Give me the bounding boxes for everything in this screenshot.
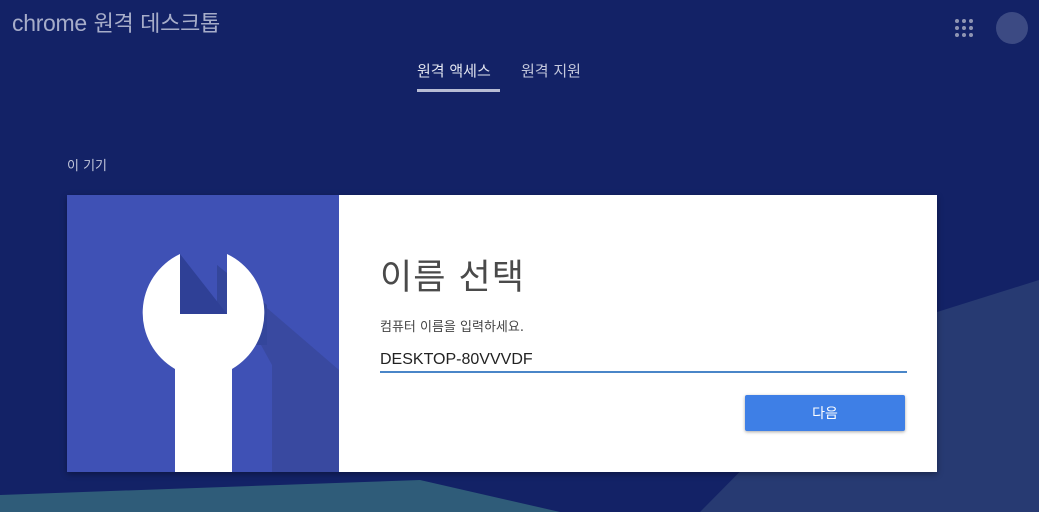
computer-name-input[interactable] [380,349,907,373]
selected-tab-indicator [417,89,500,92]
app-title-text: 원격 데스크톱 [93,12,221,37]
app-brand: chrome [12,10,87,36]
wrench-icon [142,254,339,472]
remote-desktop-page: chrome 원격 데스크톱 원격 액세스 원격 지원 이 기기 이름 선택 컴… [0,0,1039,512]
section-label-this-device: 이 기기 [67,159,108,174]
setup-card: 이름 선택 컴퓨터 이름을 입력하세요. 다음 [67,195,937,472]
tab-remote-support[interactable]: 원격 지원 [521,60,581,81]
account-avatar[interactable] [996,12,1028,44]
tab-remote-access[interactable]: 원격 액세스 [417,60,491,81]
card-art-panel [67,195,339,472]
card-prompt: 컴퓨터 이름을 입력하세요. [380,320,524,335]
card-title: 이름 선택 [380,258,525,298]
app-title: chrome 원격 데스크톱 [12,6,220,38]
apps-grid-icon[interactable] [955,19,973,37]
next-button[interactable]: 다음 [745,395,905,431]
